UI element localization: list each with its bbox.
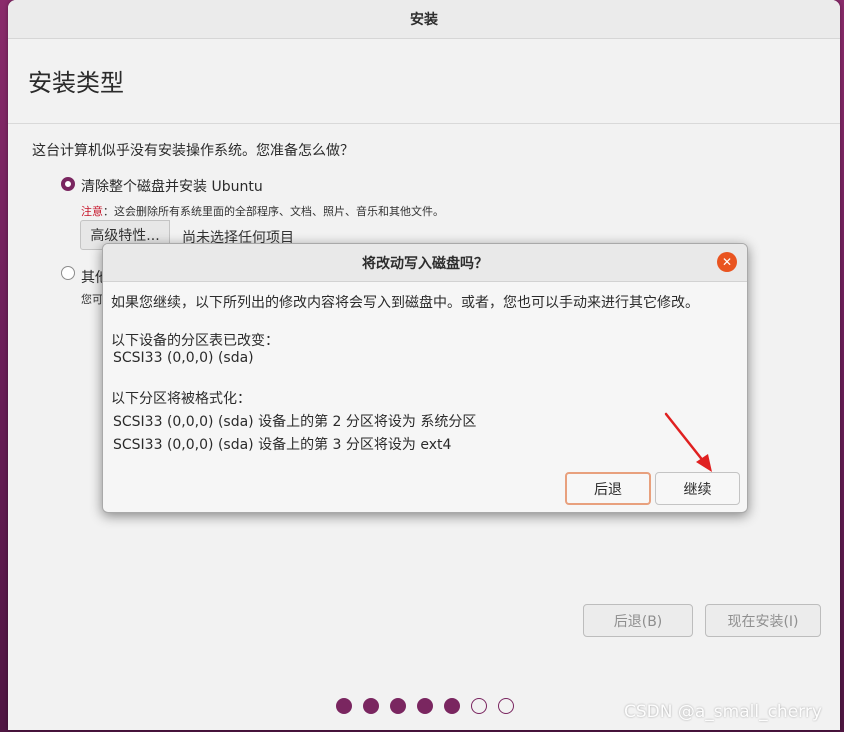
- progress-dot: [336, 698, 352, 714]
- partition-table-heading: 以下设备的分区表已改变：: [111, 333, 279, 349]
- progress-dot: [444, 698, 460, 714]
- erase-disk-radio[interactable]: [61, 177, 75, 191]
- window-titlebar: 安装: [8, 0, 840, 39]
- close-icon[interactable]: ✕: [717, 252, 737, 272]
- install-now-button[interactable]: 现在安装(I): [705, 604, 821, 637]
- progress-dot: [363, 698, 379, 714]
- install-question: 这台计算机似乎没有安装操作系统。您准备怎么做？: [32, 143, 354, 159]
- dialog-intro: 如果您继续，以下所列出的修改内容将会写入到磁盘中。或者，您也可以手动来进行其它修…: [111, 295, 699, 311]
- progress-dot: [390, 698, 406, 714]
- progress-dot: [498, 698, 514, 714]
- dialog-back-button[interactable]: 后退: [565, 472, 651, 505]
- back-button[interactable]: 后退(B): [583, 604, 693, 637]
- write-changes-dialog: 将改动写入磁盘吗？ ✕ 如果您继续，以下所列出的修改内容将会写入到磁盘中。或者，…: [102, 243, 748, 513]
- page-title: 安装类型: [28, 69, 124, 97]
- erase-disk-note: 注意：这会删除所有系统里面的全部程序、文档、照片、音乐和其他文件。: [81, 203, 444, 219]
- progress-dots: [336, 698, 514, 714]
- watermark: CSDN @a_small_cherry: [624, 702, 822, 722]
- partition-table-device: SCSI33 (0,0,0) (sda): [113, 350, 254, 366]
- other-option-subtext: 您可: [81, 293, 103, 306]
- progress-dot: [417, 698, 433, 714]
- progress-dot: [471, 698, 487, 714]
- format-item: SCSI33 (0,0,0) (sda) 设备上的第 2 分区将设为 系统分区: [113, 414, 477, 430]
- format-heading: 以下分区将被格式化：: [111, 391, 251, 407]
- note-warning-label: 注意: [81, 205, 103, 218]
- dialog-continue-button[interactable]: 继续: [655, 472, 740, 505]
- dialog-titlebar: 将改动写入磁盘吗？: [103, 244, 747, 282]
- erase-disk-label[interactable]: 清除整个磁盘并安装 Ubuntu: [81, 176, 263, 196]
- annotation-arrow-icon: [664, 412, 712, 472]
- page-header: 安装类型: [8, 39, 840, 124]
- format-item: SCSI33 (0,0,0) (sda) 设备上的第 3 分区将设为 ext4: [113, 437, 452, 453]
- other-option-radio[interactable]: [61, 266, 75, 280]
- note-text: ：这会删除所有系统里面的全部程序、文档、照片、音乐和其他文件。: [103, 205, 444, 218]
- window-title: 安装: [410, 12, 438, 28]
- dialog-title: 将改动写入磁盘吗？: [362, 255, 488, 272]
